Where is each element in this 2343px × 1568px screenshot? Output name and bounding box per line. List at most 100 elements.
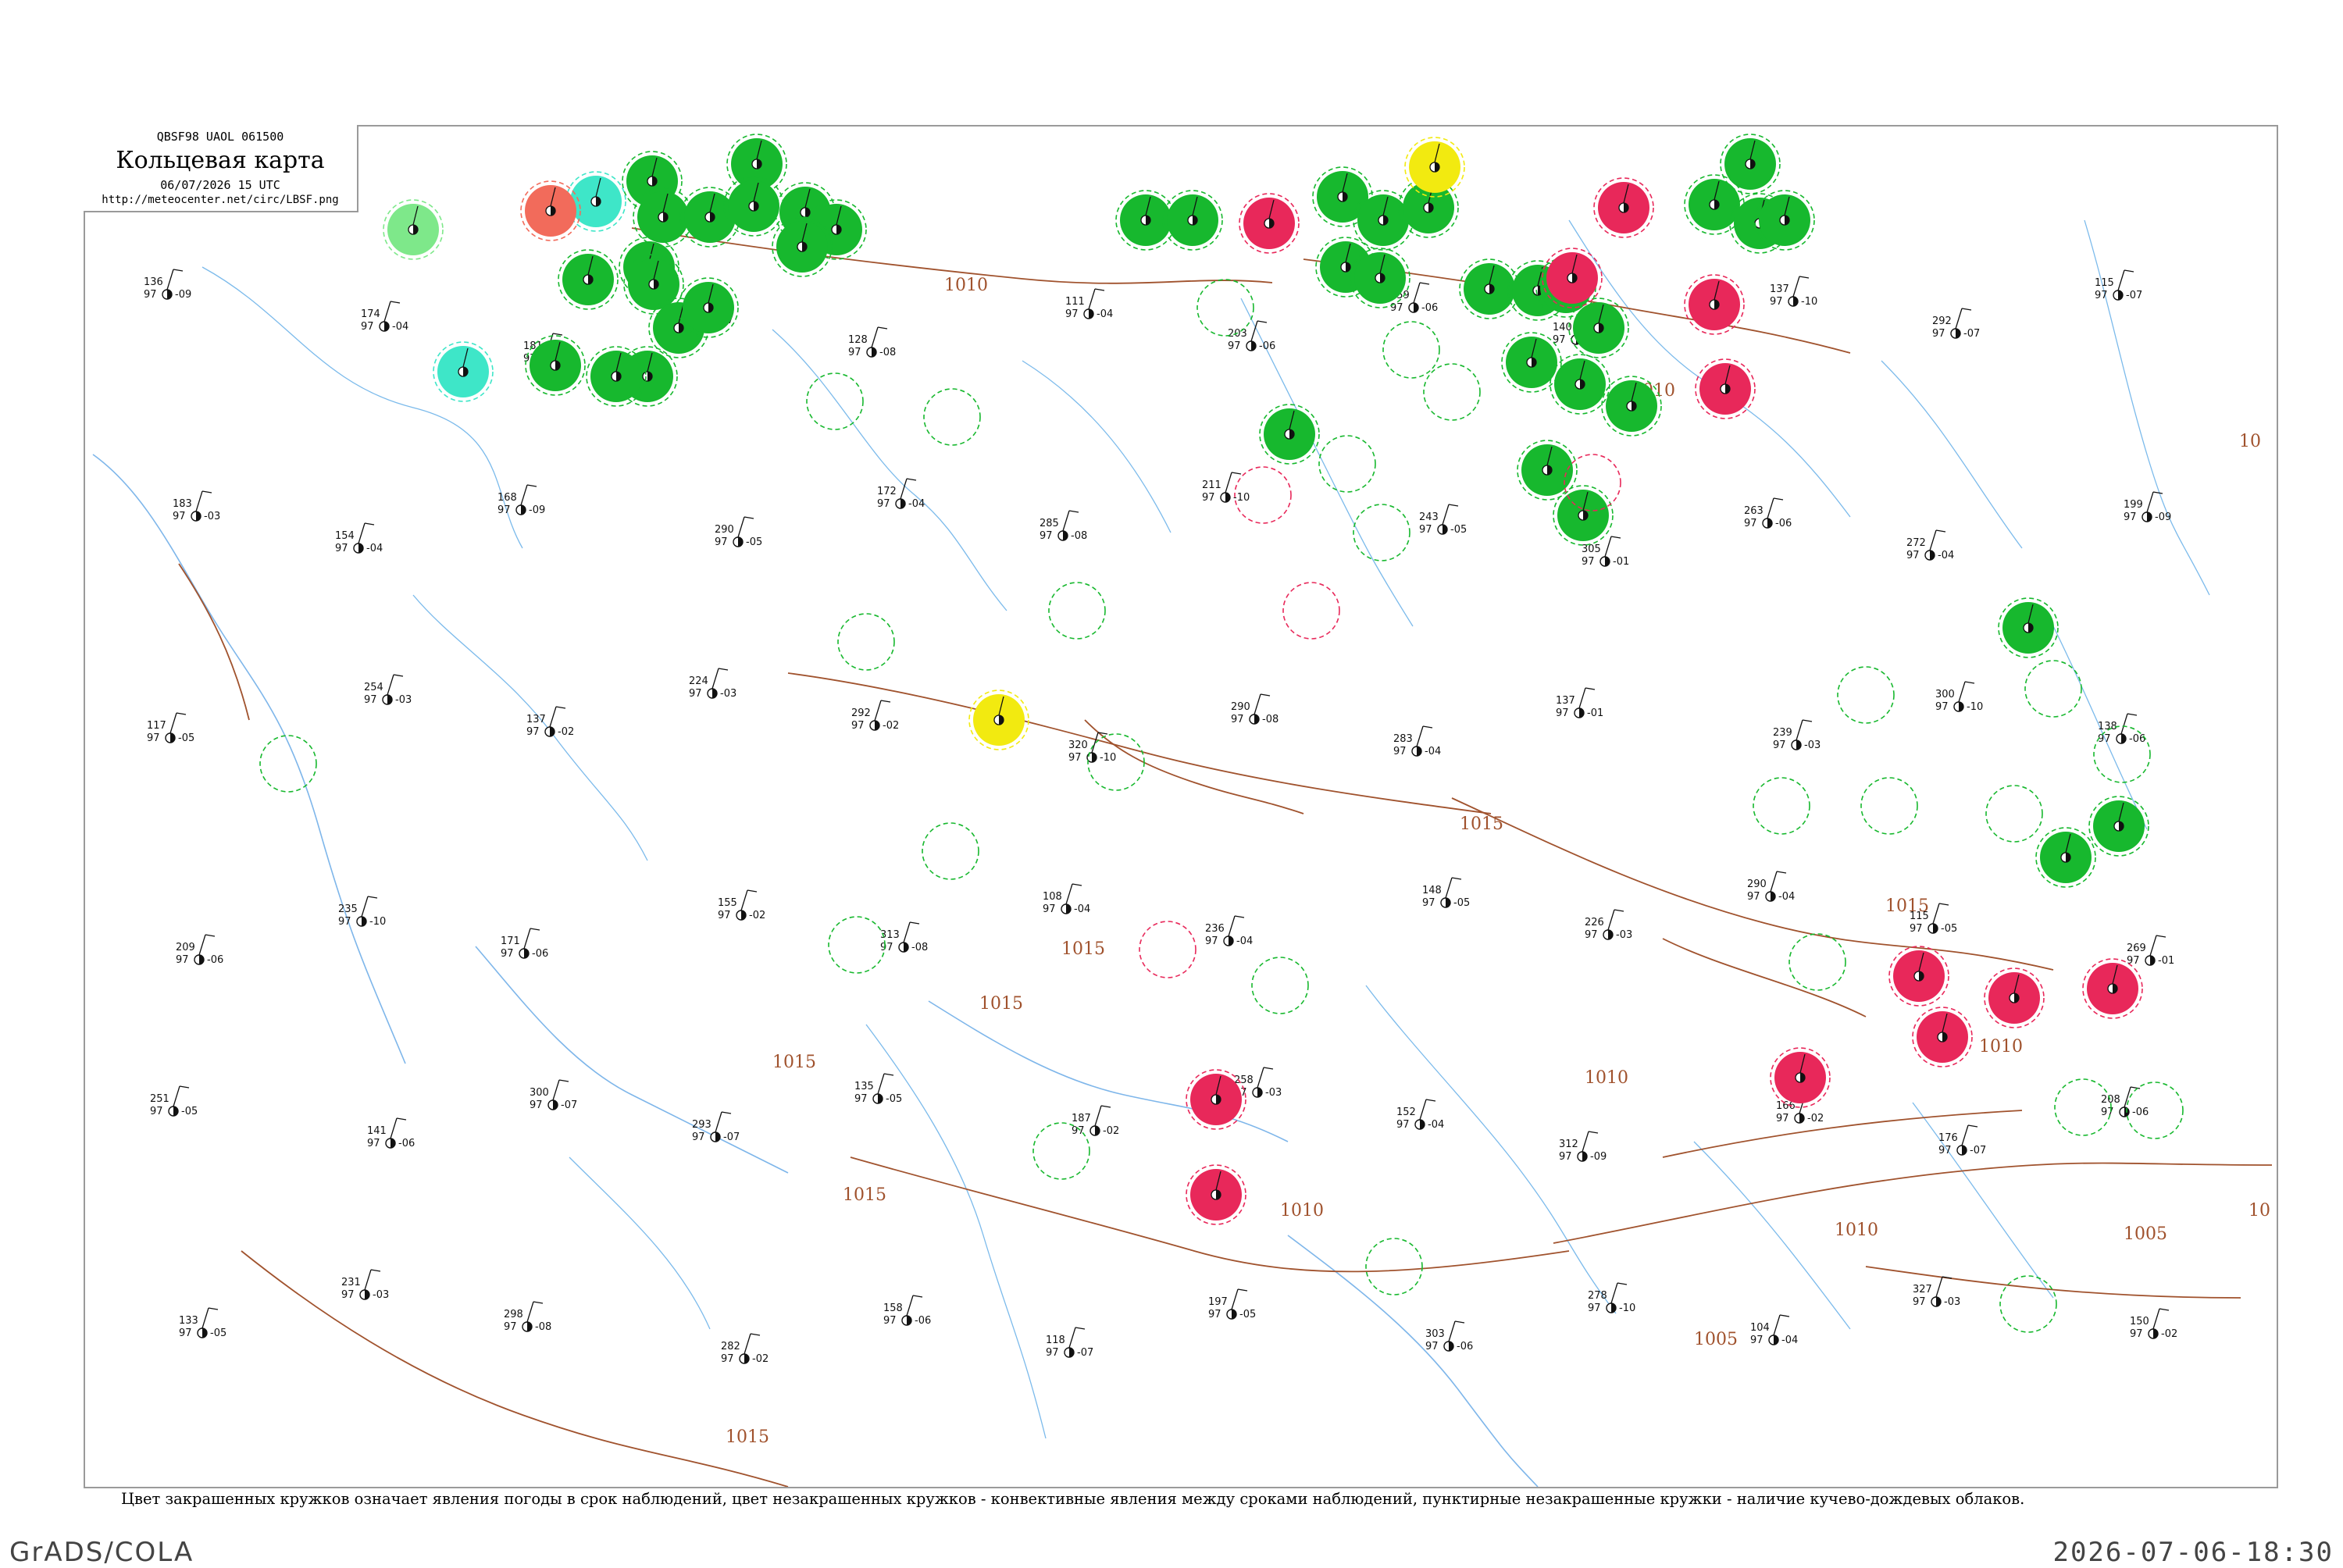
weather-marker-green <box>1517 440 1578 501</box>
station-plot: 21197 -10 <box>1202 472 1250 504</box>
wind-barb-feather <box>533 1301 544 1304</box>
station-pressure-tendency: -09 <box>2155 511 2171 523</box>
station-plot: 22497 -03 <box>689 668 736 700</box>
isobar-label: 1015 <box>1061 939 1105 959</box>
station-dew: 97 <box>501 948 514 960</box>
wind-barb <box>549 706 557 728</box>
station-dew: 97 <box>335 543 348 554</box>
station-dew: 97 <box>504 1321 517 1333</box>
station-plot: 15297 -04 <box>1396 1099 1444 1131</box>
wind-barb <box>1961 1124 1969 1146</box>
cb-dashed-ring <box>1985 785 2043 843</box>
wind-barb-feather <box>393 674 404 677</box>
station-plot: 13797 -01 <box>1556 687 1603 719</box>
station-plot: 29897 -08 <box>504 1301 551 1333</box>
wind-barb <box>1770 871 1778 893</box>
station-temp: 128 <box>848 334 868 346</box>
wind-barb-feather <box>1799 276 1810 279</box>
cb-dashed-ring <box>1788 933 1846 991</box>
wind-barb-feather <box>880 700 891 703</box>
station-plot: 14897 -05 <box>1422 877 1470 909</box>
station-dew: 97 <box>1425 1341 1439 1352</box>
isobar-label: 1010 <box>944 276 988 295</box>
footer-software: GrADS/COLA <box>9 1537 194 1568</box>
station-temp: 136 <box>144 276 163 288</box>
wind-barb-feather <box>1614 909 1624 912</box>
wind-barb <box>364 1269 372 1291</box>
wind-barb <box>1254 693 1261 715</box>
wind-barb-feather <box>1100 1105 1111 1108</box>
wind-barb <box>1065 883 1073 905</box>
wind-barb-feather <box>1419 282 1430 285</box>
station-dew: 97 <box>2101 1107 2114 1118</box>
wind-barb-feather <box>2130 1086 2141 1089</box>
wind-barb-feather <box>176 712 187 715</box>
station-pressure-tendency: -07 <box>2126 290 2142 301</box>
station-temp: 290 <box>1747 878 1767 890</box>
station-dew: 97 <box>341 1289 355 1301</box>
weather-marker-red <box>1239 193 1300 254</box>
isobar-label: 10 <box>2248 1201 2270 1221</box>
wind-barb <box>1416 725 1424 747</box>
station-dew: 97 <box>877 498 890 510</box>
station-pressure-tendency: -05 <box>210 1327 226 1339</box>
wind-barb-feather <box>1263 1067 1274 1070</box>
weather-marker-green <box>2088 796 2149 857</box>
station-plot: 31297 -09 <box>1559 1131 1607 1163</box>
station-temp: 183 <box>173 498 192 510</box>
cb-dashed-ring <box>1318 435 1376 493</box>
wind-barb-feather <box>1422 725 1433 729</box>
wind-barb-feather <box>555 706 566 709</box>
station-pressure-tendency: -05 <box>1941 923 1957 935</box>
station-temp: 137 <box>1770 283 1789 295</box>
wind-barb <box>1767 497 1774 519</box>
wind-barb <box>715 1111 722 1133</box>
wind-barb <box>877 1073 885 1095</box>
weather-marker-green <box>1162 190 1223 251</box>
synoptic-map: 1010101010151015101510151015101510101010… <box>92 134 2273 1487</box>
station-pressure-tendency: -03 <box>373 1289 389 1301</box>
footer-timestamp: 2026-07-06-18:30 <box>2052 1537 2334 1568</box>
station-plot: 29097 -04 <box>1747 871 1795 903</box>
wind-barb-feather <box>396 1117 407 1121</box>
wind-barb <box>1257 1067 1264 1089</box>
station-dew: 97 <box>150 1106 163 1117</box>
station-dew: 97 <box>1208 1309 1221 1320</box>
cb-dashed-ring <box>1753 777 1810 835</box>
station-plot: 13797 -10 <box>1770 276 1817 308</box>
station-dew: 97 <box>1744 518 1757 529</box>
station-plot: 26997 -01 <box>2127 935 2174 967</box>
station-pressure-tendency: -04 <box>908 498 925 510</box>
wind-barb-feather <box>2124 269 2134 273</box>
cb-dashed-ring <box>1423 363 1481 421</box>
station-temp: 290 <box>1231 701 1250 713</box>
wind-barb-feather <box>2152 491 2163 494</box>
station-dew: 97 <box>721 1353 734 1365</box>
wind-barb-feather <box>1237 1288 1248 1292</box>
station-dew: 97 <box>1396 1119 1410 1131</box>
station-dew: 97 <box>367 1138 380 1149</box>
station-pressure-tendency: -07 <box>1077 1347 1093 1359</box>
wind-barb-feather <box>1802 719 1813 722</box>
station-plot: 25497 -03 <box>364 674 412 706</box>
cb-dashed-ring <box>1837 666 1895 724</box>
wind-barb <box>906 1295 914 1317</box>
station-pressure-tendency: -01 <box>1613 556 1629 568</box>
station-pressure-tendency: -02 <box>558 726 574 738</box>
wind-barb <box>523 928 531 950</box>
wind-barb-feather <box>1964 681 1975 684</box>
station-plot: 29397 -07 <box>692 1111 740 1143</box>
wind-barb <box>900 478 908 500</box>
station-pressure-tendency: -08 <box>1071 530 1087 542</box>
station-plot: 23197 -03 <box>341 1269 389 1301</box>
station-plot: 27897 -10 <box>1588 1282 1635 1314</box>
station-pressure-tendency: -07 <box>723 1131 740 1143</box>
station-dew: 97 <box>718 910 731 921</box>
wind-barb-feather <box>906 478 917 481</box>
station-dew: 97 <box>1770 296 1783 308</box>
station-dew: 97 <box>2124 511 2137 523</box>
isobar-line <box>1662 1110 2023 1158</box>
wind-barb <box>2149 935 2157 957</box>
cb-dashed-ring <box>923 388 981 446</box>
wind-barb-feather <box>367 896 378 899</box>
